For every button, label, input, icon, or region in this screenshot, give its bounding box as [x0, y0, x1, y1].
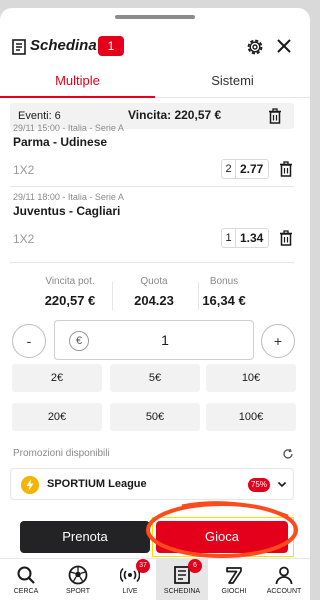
- odd-box[interactable]: 2 2.77: [221, 159, 269, 179]
- seven-icon: [226, 567, 242, 584]
- bet-selection: 2: [222, 160, 236, 178]
- quick-stake-button[interactable]: 20€: [12, 403, 102, 431]
- stake-input[interactable]: € 1: [54, 320, 254, 360]
- quick-stake-button[interactable]: 10€: [206, 364, 296, 392]
- close-icon[interactable]: [275, 37, 293, 55]
- search-icon: [17, 566, 35, 584]
- promotion-percent-badge: 75%: [248, 478, 270, 492]
- bet-market: 1X2: [13, 163, 35, 177]
- euro-icon: €: [69, 331, 89, 351]
- betslip-icon: [12, 39, 26, 55]
- promotions-title: Promozioni disponibili: [13, 448, 110, 459]
- stake-row: - € 1 +: [0, 320, 310, 362]
- nav-item-live[interactable]: 37 LIVE: [104, 559, 156, 600]
- action-row: Prenota Gioca: [0, 516, 310, 558]
- quick-stake-button[interactable]: 100€: [206, 403, 296, 431]
- book-button[interactable]: Prenota: [20, 521, 150, 553]
- nav-label: SPORT: [66, 588, 90, 595]
- nav-item-giochi[interactable]: GIOCHI: [208, 559, 260, 600]
- nav-item-schedina[interactable]: 6 SCHEDINA: [156, 559, 208, 600]
- bet-meta: 29/11 15:00 - Italia - Serie A: [13, 123, 124, 133]
- bonus-label: Bonus: [209, 276, 239, 287]
- gear-icon[interactable]: [245, 37, 265, 57]
- quick-stake-button[interactable]: 2€: [12, 364, 102, 392]
- nav-label: SCHEDINA: [163, 588, 201, 595]
- betslip-header: Schedina 1: [0, 34, 310, 60]
- trash-icon[interactable]: [279, 230, 293, 246]
- promotion-card[interactable]: SPORTIUM League 75%: [10, 468, 294, 500]
- bet-meta: 29/11 18:00 - Italia - Serie A: [13, 192, 124, 202]
- bottom-navigation: CERCA SPORT 37 LIVE 6 SCHEDINA GIOCHI AC…: [0, 558, 310, 600]
- page-title: Schedina: [30, 37, 97, 54]
- nav-item-account[interactable]: ACCOUNT: [258, 559, 310, 600]
- bet-match: Parma - Udinese: [13, 135, 108, 149]
- bet-item: 29/11 15:00 - Italia - Serie A Parma - U…: [0, 123, 310, 185]
- play-button[interactable]: Gioca: [156, 521, 288, 553]
- events-count: Eventi: 6: [18, 110, 61, 122]
- nav-item-cerca[interactable]: CERCA: [0, 559, 52, 600]
- refresh-icon[interactable]: [282, 448, 294, 460]
- bet-market: 1X2: [13, 232, 35, 246]
- tab-multiple[interactable]: Multiple: [0, 66, 155, 98]
- trash-icon[interactable]: [279, 161, 293, 177]
- nav-item-sport[interactable]: SPORT: [52, 559, 104, 600]
- bonus-value: 16,34 €: [202, 293, 246, 308]
- nav-label: CERCA: [13, 588, 39, 595]
- chevron-down-icon[interactable]: [276, 478, 288, 490]
- tab-sistemi[interactable]: Sistemi: [155, 66, 310, 98]
- live-count-badge: 37: [136, 559, 150, 573]
- soccer-ball-icon: [68, 565, 88, 585]
- decrease-stake-button[interactable]: -: [12, 324, 46, 358]
- divider: [10, 186, 294, 187]
- bet-match: Juventus - Cagliari: [13, 204, 121, 218]
- nav-label: GIOCHI: [221, 588, 247, 595]
- nav-label: LIVE: [122, 588, 138, 595]
- summary-win: Vincita: 220,57 €: [128, 108, 222, 122]
- stake-amount: 1: [161, 332, 169, 348]
- betslip-sheet: Schedina 1 Multiple Sistemi Eventi: 6 Vi…: [0, 8, 310, 558]
- quick-stake-button[interactable]: 50€: [110, 403, 200, 431]
- trash-icon[interactable]: [268, 108, 282, 124]
- bet-selection: 1: [222, 229, 236, 247]
- nav-label: ACCOUNT: [266, 588, 302, 595]
- user-icon: [275, 566, 293, 585]
- bonus-stat: Bonus 16,34 €: [174, 276, 274, 308]
- bet-type-tabs: Multiple Sistemi: [0, 66, 310, 98]
- increase-stake-button[interactable]: +: [261, 324, 295, 358]
- selection-count-badge: 1: [98, 36, 124, 56]
- divider: [10, 262, 294, 263]
- odd-box[interactable]: 1 1.34: [221, 228, 269, 248]
- promotion-name: SPORTIUM League: [47, 478, 147, 490]
- lightning-icon: [21, 476, 39, 494]
- quick-stake-button[interactable]: 5€: [110, 364, 200, 392]
- bet-item: 29/11 18:00 - Italia - Serie A Juventus …: [0, 192, 310, 254]
- bet-odd: 1.34: [240, 231, 264, 245]
- bet-odd: 2.77: [240, 162, 264, 176]
- betslip-count-badge: 6: [188, 559, 202, 573]
- drag-handle[interactable]: [115, 15, 195, 19]
- bet-stats: Vincita pot. 220,57 € Quota 204.23 Bonus…: [0, 276, 310, 316]
